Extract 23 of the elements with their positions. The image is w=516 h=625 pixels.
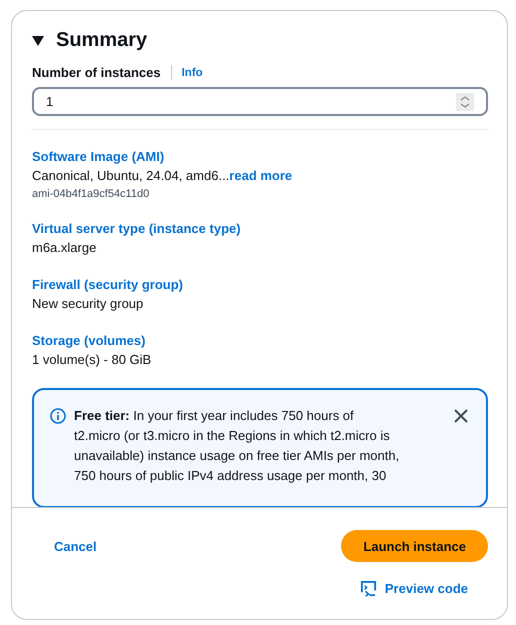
read-more-link[interactable]: read more (229, 168, 292, 183)
launch-instance-button[interactable]: Launch instance (341, 530, 488, 562)
detail-value: m6a.xlarge (32, 239, 98, 257)
detail-link[interactable]: Software Image (AMI) (32, 148, 488, 166)
field-label: Number of instances (32, 65, 161, 80)
detail-value: Canonical, Ubuntu, 24.04, amd6...read more (32, 167, 294, 185)
preview-code-button[interactable]: Preview code (360, 576, 468, 601)
detail-link[interactable]: Firewall (security group) (32, 276, 488, 294)
close-icon[interactable] (454, 409, 468, 423)
cancel-button[interactable]: Cancel (32, 532, 119, 560)
detail-link[interactable]: Storage (volumes) (32, 332, 488, 350)
info-icon (50, 408, 66, 424)
collapse-caret-icon[interactable] (32, 36, 44, 46)
info-link[interactable]: Info (182, 66, 203, 78)
spinner-icon[interactable] (456, 92, 474, 110)
detail-value: New security group (32, 295, 144, 313)
ami-id: ami-04b4f1a9cf54c11d0 (32, 187, 150, 202)
alert-text: Free tier: In your first year includes 750 hours of t2.micro (or t3.micro in the Regions in which t2.micro is unavailable) instance usage on free tier AMIs per month, 750 hours of public IPv4 address usage per month, 30 (74, 407, 400, 485)
panel-title: Summary (56, 29, 148, 52)
detail-link[interactable]: Virtual server type (instance type) (32, 220, 488, 238)
detail-value: 1 volume(s) - 80 GiB (32, 351, 152, 369)
code-preview-icon (360, 580, 377, 597)
instances-input[interactable]: 1 (32, 87, 488, 116)
